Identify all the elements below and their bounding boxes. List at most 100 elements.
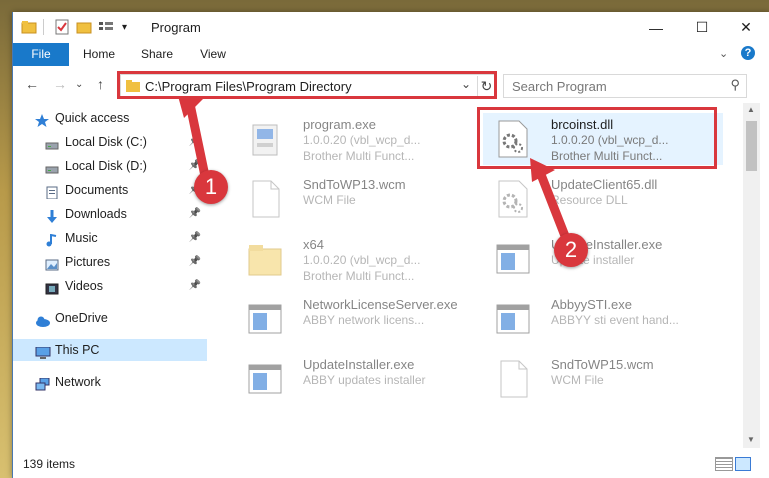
maximize-button[interactable]: ☐ — [679, 12, 725, 43]
sidebar-item-label: Documents — [65, 183, 129, 197]
sidebar-item-label: Pictures — [65, 255, 111, 269]
sidebar-item-documents[interactable]: Documents📌 — [13, 179, 207, 201]
large-icons-view-icon[interactable] — [735, 457, 751, 471]
blank-file-icon — [495, 359, 531, 399]
details-view-icon[interactable] — [715, 457, 733, 471]
sidebar-item-label: Local Disk (C:) — [65, 135, 147, 149]
app-window-icon — [247, 299, 283, 339]
view-options-icon[interactable] — [98, 20, 118, 34]
folder-icon[interactable] — [21, 20, 37, 34]
ribbon-tabs: File Home Share View ⌄ ? — [13, 43, 769, 95]
sidebar-item-quick-access[interactable]: Quick access — [13, 107, 207, 129]
pin-icon: 📌 — [188, 208, 201, 219]
folder-icon — [247, 239, 283, 279]
blank-file-icon — [247, 179, 283, 219]
file-name: SndToWP15.wcm — [551, 357, 654, 372]
sidebar-item-local-disk-d[interactable]: Local Disk (D:) 📌 — [13, 155, 207, 177]
app-window-icon — [495, 299, 531, 339]
file-item[interactable]: SndToWP15.wcm WCM File — [483, 353, 723, 405]
file-item[interactable]: program.exe 1.0.0.20 (vbl_wcp_d... Brother… — [235, 113, 475, 165]
file-description: 1.0.0.20 (vbl_wcp_d... — [303, 133, 421, 147]
file-name: x64 — [303, 237, 324, 252]
sidebar-item-label: Network — [55, 375, 101, 389]
new-folder-icon[interactable] — [76, 20, 92, 34]
file-item[interactable]: UpdateInstaller.exe Update installer — [483, 233, 723, 285]
file-description: WCM File — [303, 193, 356, 207]
sidebar-item-label: This PC — [55, 343, 100, 357]
sidebar-item-music[interactable]: Music 📌 — [13, 227, 207, 249]
pin-icon: 📌 — [188, 232, 201, 243]
file-name: NetworkLicenseServer.exe — [303, 297, 458, 312]
drive-icon — [45, 160, 59, 174]
sidebar-item-local-disk-c[interactable]: Local Disk (C:) 📌 — [13, 131, 207, 153]
pin-icon: 📌 — [188, 136, 201, 147]
file-description: Resource DLL — [551, 193, 628, 207]
file-list: program.exe 1.0.0.20 (vbl_wcp_d... Brother… — [211, 103, 743, 448]
sidebar-item-pictures[interactable]: Pictures 📌 — [13, 251, 207, 273]
sidebar-item-label: Quick access — [55, 111, 130, 125]
vertical-scrollbar[interactable]: ▲ ▼ — [743, 103, 760, 448]
file-item[interactable]: brcoinst.dll 1.0.0.20 (vbl_wcp_d... Brothe… — [477, 107, 723, 169]
back-arrow-icon[interactable]: ← — [25, 76, 39, 92]
annotation-badge-2: 2 — [554, 233, 588, 267]
sidebar-item-videos[interactable]: Videos 📌 — [13, 275, 207, 297]
file-name: program.exe — [303, 117, 376, 132]
video-icon — [45, 280, 59, 295]
file-item[interactable]: NetworkLicenseServer.exe ABBY network lic… — [235, 293, 475, 345]
scroll-up-arrow-icon[interactable]: ▲ — [747, 105, 755, 114]
recent-locations-chevron-icon[interactable]: ⌄ — [75, 79, 83, 90]
close-button[interactable]: ✕ — [723, 12, 769, 43]
item-count: 139 items — [23, 457, 76, 471]
expand-ribbon-chevron-icon[interactable]: ⌄ — [719, 47, 728, 60]
file-description: WCM File — [551, 373, 604, 387]
file-description: ABBY network licens... — [303, 313, 425, 327]
sidebar-item-this-pc[interactable]: This PC — [13, 339, 207, 361]
file-item[interactable]: SndToWP13.wcm WCM File — [235, 173, 475, 225]
app-window-icon — [495, 239, 531, 279]
download-icon — [45, 208, 58, 223]
properties-icon[interactable] — [54, 19, 70, 35]
tab-home[interactable]: Home — [75, 43, 123, 66]
file-company: Brother Multi Funct... — [303, 269, 415, 283]
file-item[interactable]: UpdateClient65.dll Resource DLL — [483, 173, 723, 225]
search-placeholder: Search Program — [512, 79, 607, 94]
title-bar: ▾ Program — ☐ ✕ — [13, 12, 769, 43]
tab-share[interactable]: Share — [133, 43, 181, 66]
file-description: 1.0.0.20 (vbl_wcp_d... — [303, 253, 421, 267]
sidebar-item-label: Music — [65, 231, 98, 245]
sidebar-item-onedrive[interactable]: OneDrive — [13, 307, 207, 329]
cloud-icon — [35, 312, 50, 327]
help-icon[interactable]: ? — [741, 46, 755, 60]
minimize-button[interactable]: — — [633, 12, 679, 43]
navigation-bar: ← → ⌄ ↑ C:\Program Files\Program Directo… — [13, 66, 769, 103]
file-item[interactable]: AbbyySTI.exe ABBYY sti event hand... — [483, 293, 723, 345]
file-company: Brother Multi Funct... — [303, 149, 415, 163]
computer-icon — [35, 344, 51, 359]
dll-icon — [495, 179, 531, 219]
file-item[interactable]: x64 1.0.0.20 (vbl_wcp_d... Brother Multi F… — [235, 233, 475, 285]
sidebar-item-network[interactable]: Network — [13, 371, 207, 393]
pin-icon: 📌 — [188, 280, 201, 291]
scrollbar-thumb[interactable] — [746, 121, 757, 171]
tab-view[interactable]: View — [191, 43, 235, 66]
sidebar-item-downloads[interactable]: Downloads 📌 — [13, 203, 207, 225]
status-bar: 139 items — [13, 448, 769, 478]
customize-toolbar-chevron-icon[interactable]: ▾ — [122, 22, 127, 33]
search-icon[interactable]: ⚲ — [730, 77, 740, 93]
music-icon — [45, 232, 58, 247]
pin-icon: 📌 — [188, 256, 201, 267]
sidebar-item-label: Videos — [65, 279, 103, 293]
scroll-down-arrow-icon[interactable]: ▼ — [747, 435, 755, 444]
up-arrow-icon[interactable]: ↑ — [97, 76, 104, 92]
file-name: SndToWP13.wcm — [303, 177, 406, 192]
search-input[interactable]: Search Program ⚲ — [503, 74, 747, 98]
forward-arrow-icon[interactable]: → — [53, 76, 67, 92]
file-highlight-box — [477, 107, 717, 169]
sidebar-item-label: Downloads — [65, 207, 127, 221]
file-item[interactable]: UpdateInstaller.exe ABBY updates installe… — [235, 353, 475, 405]
drive-icon — [45, 136, 59, 150]
file-name: UpdateInstaller.exe — [303, 357, 415, 372]
app-window-icon — [247, 359, 283, 399]
installer-icon — [247, 119, 283, 159]
file-name: AbbyySTI.exe — [551, 297, 632, 312]
